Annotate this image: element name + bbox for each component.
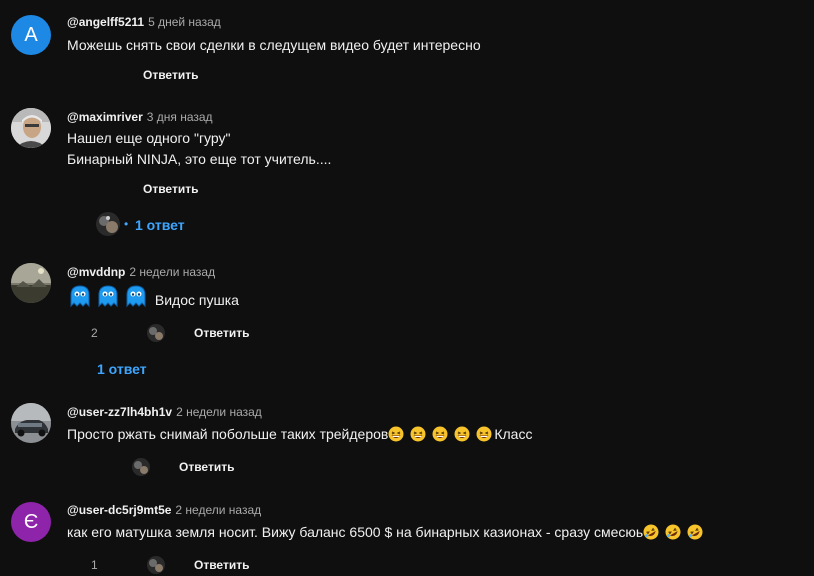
comment-thread: @maximriver 3 дня назад Нашел еще одного … <box>0 100 814 245</box>
creator-avatar-image <box>132 458 150 476</box>
reply-button[interactable]: Ответить <box>194 326 249 340</box>
comment-text: Видос пушка <box>68 284 239 314</box>
comment-meta: @angelff5211 5 дней назад <box>67 15 221 29</box>
avatar-photo <box>11 263 51 303</box>
reply-button[interactable]: Ответить <box>143 68 198 82</box>
ghost-emoji-icon <box>124 284 148 314</box>
comment-time[interactable]: 2 недели назад <box>176 405 262 419</box>
comment-text-line: Просто ржать снимай побольше таких трейд… <box>67 426 389 442</box>
comment-thread: A @angelff5211 5 дней назад Можешь снять … <box>0 0 814 100</box>
avatar-letter: A <box>24 23 38 46</box>
comment-meta: @user-dc5rj9mt5e 2 недели назад <box>67 503 261 517</box>
reply-button[interactable]: Ответить <box>194 558 249 572</box>
comment-meta: @user-zz7lh4bh1v 2 недели назад <box>67 405 262 419</box>
grinning-squinting-face-emoji-icon <box>388 426 404 448</box>
view-replies-link[interactable]: 1 ответ <box>97 361 147 377</box>
rolling-on-floor-laughing-emoji-icon <box>687 524 703 546</box>
creator-heart-avatar[interactable] <box>147 556 165 574</box>
comment-author[interactable]: @maximriver <box>67 110 143 124</box>
rolling-on-floor-laughing-emoji-icon <box>665 524 681 546</box>
avatar[interactable]: A <box>11 15 51 55</box>
comment-text: Просто ржать снимай побольше таких трейд… <box>67 424 532 448</box>
comment-time[interactable]: 2 недели назад <box>175 503 261 517</box>
creator-avatar <box>96 212 120 236</box>
comment-author[interactable]: @angelff5211 <box>67 15 144 29</box>
comment-thread: Є @user-dc5rj9mt5e 2 недели назад как его… <box>0 492 814 576</box>
like-count: 2 <box>91 326 98 340</box>
comment-meta: @mvddnp 2 недели назад <box>67 265 215 279</box>
comment-text-line: Бинарный NINJA, это еще тот учитель.... <box>67 151 332 167</box>
avatar[interactable]: Є <box>11 502 51 542</box>
creator-avatar-image <box>147 556 165 574</box>
ghost-emoji-icon <box>96 284 120 314</box>
comment-time[interactable]: 3 дня назад <box>147 110 213 124</box>
reply-button[interactable]: Ответить <box>179 460 234 474</box>
creator-avatar-image <box>96 212 120 236</box>
comment-text: Можешь снять свои сделки в следущем виде… <box>67 35 481 56</box>
creator-heart-avatar[interactable] <box>132 458 150 476</box>
comment-author[interactable]: @user-zz7lh4bh1v <box>67 405 172 419</box>
comment-text-line: Нашел еще одного "гуру" <box>67 130 231 146</box>
ghost-emoji-icon <box>68 284 92 314</box>
view-replies-link[interactable]: 1 ответ <box>135 217 185 233</box>
grinning-squinting-face-emoji-icon <box>432 426 448 448</box>
comment-text: как его матушка земля носит. Вижу баланс… <box>67 522 703 546</box>
like-count: 1 <box>91 558 98 572</box>
comment-text-tail: Класс <box>494 426 533 442</box>
reply-button[interactable]: Ответить <box>143 182 198 196</box>
avatar-photo <box>11 403 51 443</box>
comment-meta: @maximriver 3 дня назад <box>67 110 213 124</box>
avatar-photo <box>11 108 51 148</box>
avatar[interactable] <box>11 403 51 443</box>
comment-thread: @user-zz7lh4bh1v 2 недели назад Просто рж… <box>0 395 814 490</box>
avatar-letter: Є <box>23 510 39 533</box>
creator-heart-avatar[interactable] <box>147 324 165 342</box>
comment-time[interactable]: 2 недели назад <box>129 265 215 279</box>
bullet-separator: • <box>124 217 129 231</box>
rolling-on-floor-laughing-emoji-icon <box>643 524 659 546</box>
comment-author[interactable]: @user-dc5rj9mt5e <box>67 503 171 517</box>
comment-text: Нашел еще одного "гуру" Бинарный NINJA, … <box>67 128 331 170</box>
comment-text-line: Видос пушка <box>154 292 239 308</box>
comment-text-line: как его матушка земля носит. Вижу баланс… <box>67 524 644 540</box>
grinning-squinting-face-emoji-icon <box>410 426 426 448</box>
comment-text-line: Можешь снять свои сделки в следущем виде… <box>67 37 481 53</box>
comment-thread: @mvddnp 2 недели назад Видос пушка 2 Отве… <box>0 255 814 385</box>
creator-avatar-image <box>147 324 165 342</box>
grinning-squinting-face-emoji-icon <box>476 426 492 448</box>
avatar[interactable] <box>11 263 51 303</box>
comment-author[interactable]: @mvddnp <box>67 265 125 279</box>
grinning-squinting-face-emoji-icon <box>454 426 470 448</box>
avatar[interactable] <box>11 108 51 148</box>
comment-time[interactable]: 5 дней назад <box>148 15 221 29</box>
